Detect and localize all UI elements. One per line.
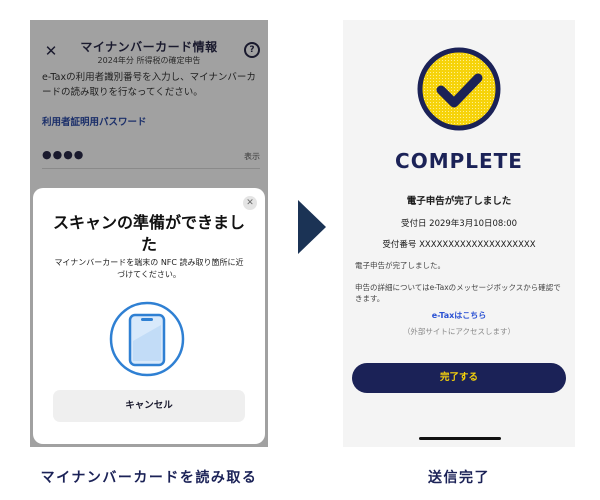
- complete-heading: COMPLETE: [395, 149, 523, 173]
- sheet-title: スキャンの準備ができました: [53, 213, 246, 254]
- sheet-close-icon[interactable]: ✕: [243, 196, 257, 210]
- result-paragraph: 電子申告が完了しました。: [355, 261, 445, 270]
- receipt-number: 受付番号 XXXXXXXXXXXXXXXXXXXX: [382, 240, 536, 250]
- card-reading-screen: ✕ マイナンバーカード情報 2024年分 所得税の確定申告 ? e-Taxの利用…: [30, 20, 268, 447]
- etax-link[interactable]: e-Taxはこちら: [343, 310, 575, 321]
- show-password-toggle[interactable]: 表示: [244, 151, 260, 162]
- step-caption-complete: 送信完了: [428, 470, 490, 486]
- help-icon[interactable]: ?: [244, 42, 260, 58]
- step-caption-read-card: マイナンバーカードを読み取る: [40, 470, 258, 486]
- external-site-note: （外部サイトにアクセスします）: [402, 327, 516, 336]
- password-underline: [42, 168, 260, 169]
- cancel-button[interactable]: キャンセル: [53, 390, 245, 422]
- home-indicator[interactable]: [419, 437, 501, 440]
- form-instruction: e-Taxの利用者識別番号を入力し、マイナンバーカードの読み取りを行なってくださ…: [42, 72, 256, 98]
- password-input[interactable]: ●●●●: [42, 148, 84, 161]
- page-title: マイナンバーカード情報: [80, 40, 218, 54]
- finish-button[interactable]: 完了する: [352, 363, 566, 393]
- chevron-right-icon: [298, 200, 326, 254]
- detail-paragraph: 申告の詳細についてはe-Taxのメッセージボックスから確認できます。: [355, 283, 561, 303]
- page-subtitle: 2024年分 所得税の確定申告: [97, 56, 201, 65]
- done-title: 電子申告が完了しました: [406, 196, 512, 207]
- check-circle-icon: [417, 47, 501, 131]
- complete-screen: COMPLETE 電子申告が完了しました 受付日 2029年3月10日08:00…: [343, 20, 575, 447]
- password-label: 利用者証明用パスワード: [42, 117, 147, 128]
- receipt-date: 受付日 2029年3月10日08:00: [400, 219, 518, 229]
- phone-nfc-icon: [109, 301, 185, 377]
- sheet-instruction: マイナンバーカードを端末の NFC 読み取り箇所に近づけてください。: [54, 258, 244, 279]
- nfc-scan-sheet: ✕ スキャンの準備ができました マイナンバーカードを端末の NFC 読み取り箇所…: [33, 188, 265, 444]
